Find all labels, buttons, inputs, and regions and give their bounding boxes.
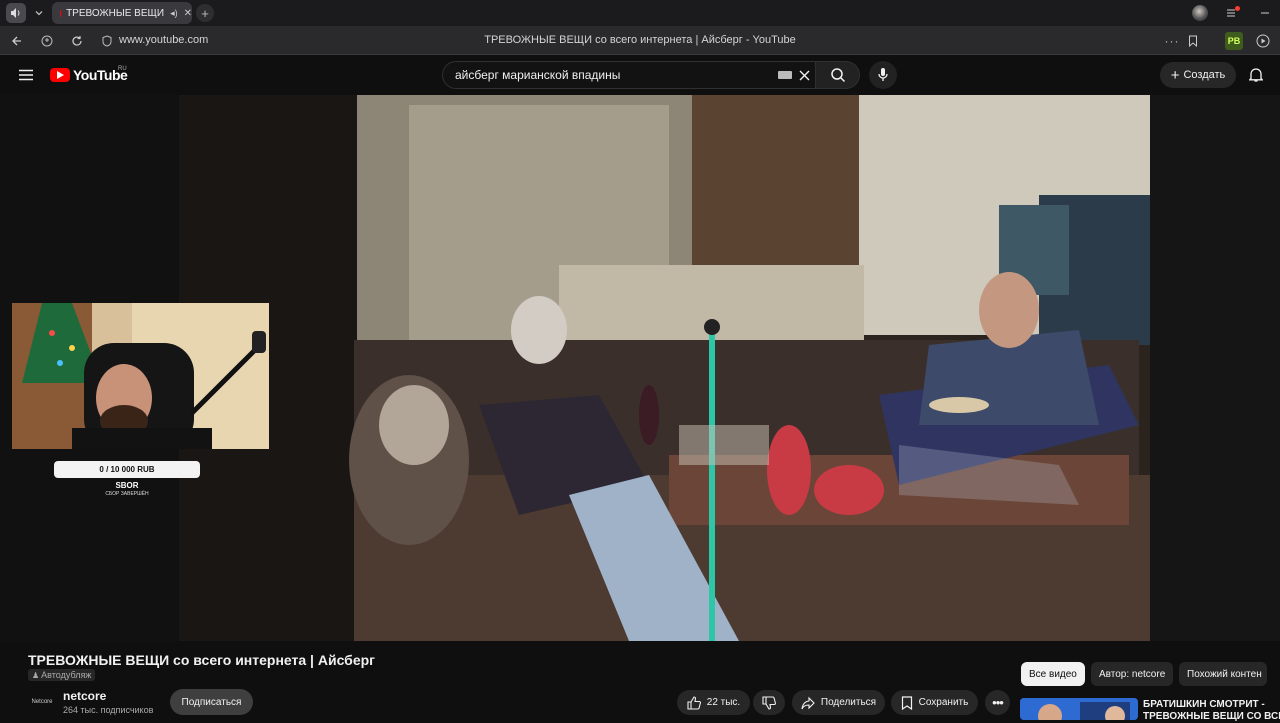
like-button[interactable]: 22 тыс. bbox=[677, 690, 750, 715]
create-button[interactable]: + Создать bbox=[1160, 62, 1236, 88]
webcam-image bbox=[12, 303, 269, 449]
recommended-video-thumbnail[interactable] bbox=[1020, 698, 1138, 720]
region-code: RU bbox=[118, 66, 127, 72]
tab-close-icon[interactable]: ✕ bbox=[184, 8, 192, 19]
search-icon bbox=[830, 68, 845, 83]
search-button[interactable] bbox=[816, 61, 860, 89]
channel-avatar[interactable]: Netcore bbox=[28, 690, 56, 714]
chip-author[interactable]: Автор: netcore bbox=[1091, 662, 1173, 686]
search-query: айсберг марианской впадины bbox=[455, 68, 621, 82]
browser-tab-bar: ТРЕВОЖНЫЕ ВЕЩИ ◂) ✕ + bbox=[0, 0, 1280, 26]
youtube-play-logo-icon bbox=[50, 68, 70, 82]
clear-search-icon[interactable] bbox=[796, 67, 812, 83]
like-count: 22 тыс. bbox=[706, 697, 741, 708]
save-playlist-icon bbox=[901, 695, 912, 710]
bookmark-icon[interactable] bbox=[1184, 32, 1202, 50]
minimize-icon[interactable] bbox=[1255, 3, 1275, 23]
youtube-logo[interactable]: YouTube bbox=[50, 66, 128, 84]
chip-similar[interactable]: Похожий контен bbox=[1179, 662, 1267, 686]
tab-title: ТРЕВОЖНЫЕ ВЕЩИ bbox=[66, 7, 165, 19]
new-tab-icon[interactable]: + bbox=[196, 4, 214, 22]
donation-status: СБОР ЗАВЕРШЁН bbox=[105, 491, 149, 497]
youtube-favicon-icon bbox=[60, 9, 62, 17]
video-frame-image bbox=[179, 95, 1150, 641]
notification-dot bbox=[1235, 6, 1240, 11]
play-extension-icon[interactable] bbox=[1254, 32, 1272, 50]
share-button[interactable]: Поделиться bbox=[792, 690, 885, 715]
page-title: ТРЕВОЖНЫЕ ВЕЩИ со всего интернета | Айсб… bbox=[484, 34, 796, 46]
video-title: ТРЕВОЖНЫЕ ВЕЩИ со всего интернета | Айсб… bbox=[28, 652, 375, 668]
keyboard-icon[interactable] bbox=[778, 71, 792, 79]
chip-author-label: Автор: netcore bbox=[1099, 668, 1166, 680]
video-right-area bbox=[1150, 95, 1280, 641]
profile-avatar[interactable] bbox=[1192, 5, 1208, 21]
share-icon bbox=[801, 696, 815, 709]
streamer-webcam bbox=[12, 303, 269, 449]
dislike-button[interactable] bbox=[753, 690, 785, 715]
auto-dub-label: Автодубляж bbox=[41, 670, 92, 680]
voice-search-button[interactable] bbox=[869, 61, 897, 89]
more-horizontal-icon: ••• bbox=[992, 695, 1004, 710]
chip-similar-label: Похожий контен bbox=[1187, 668, 1262, 680]
recommended-title-line-1: БРАТИШКИН СМОТРИТ - bbox=[1143, 699, 1265, 710]
thumbs-down-icon bbox=[762, 695, 776, 710]
extension-pb-icon[interactable]: PB bbox=[1225, 32, 1243, 50]
microphone-icon bbox=[878, 68, 888, 81]
recommended-video-title[interactable]: БРАТИШКИН СМОТРИТ - ТРЕВОЖНЫЕ ВЕЩИ СО ВС… bbox=[1143, 699, 1280, 723]
hamburger-menu-icon[interactable] bbox=[16, 66, 36, 84]
chip-all-label: Все видео bbox=[1029, 668, 1077, 680]
subscriber-count: 264 тыс. подписчиков bbox=[63, 705, 154, 715]
notifications-bell-icon[interactable] bbox=[1246, 65, 1266, 85]
subscribe-label: Подписаться bbox=[181, 696, 242, 708]
donation-goal-name: SBOR bbox=[115, 481, 139, 490]
video-player[interactable] bbox=[179, 95, 1150, 641]
browser-tab-active[interactable]: ТРЕВОЖНЫЕ ВЕЩИ ◂) ✕ bbox=[52, 2, 192, 24]
save-button[interactable]: Сохранить bbox=[891, 690, 978, 715]
donation-progress-bar: 0 / 10 000 RUB bbox=[54, 461, 200, 478]
channel-avatar-text: Netcore bbox=[31, 699, 53, 705]
person-voice-icon: ♟ bbox=[32, 670, 40, 680]
donation-progress-text: 0 / 10 000 RUB bbox=[99, 465, 155, 474]
create-label: Создать bbox=[1183, 69, 1226, 81]
chip-all-videos[interactable]: Все видео bbox=[1021, 662, 1085, 686]
search-input[interactable]: айсберг марианской впадины bbox=[442, 61, 816, 89]
subscribe-button[interactable]: Подписаться bbox=[170, 689, 253, 715]
auto-dub-badge: ♟ Автодубляж bbox=[28, 669, 96, 681]
share-label: Поделиться bbox=[820, 697, 877, 708]
more-dots-icon[interactable]: ··· bbox=[1163, 32, 1181, 50]
chevron-down-icon[interactable] bbox=[30, 3, 48, 23]
recommended-title-line-2: ТРЕВОЖНЫЕ ВЕЩИ СО ВСЕГО bbox=[1143, 711, 1280, 722]
thumbs-up-icon bbox=[687, 695, 701, 710]
channel-name[interactable]: netcore bbox=[63, 689, 106, 703]
save-label: Сохранить bbox=[918, 697, 969, 708]
more-actions-button[interactable]: ••• bbox=[985, 690, 1010, 715]
tab-audio-icon[interactable]: ◂) bbox=[170, 8, 178, 19]
plus-icon: + bbox=[1170, 66, 1180, 84]
thumbnail-image bbox=[1020, 698, 1138, 720]
sound-icon[interactable] bbox=[6, 3, 26, 23]
